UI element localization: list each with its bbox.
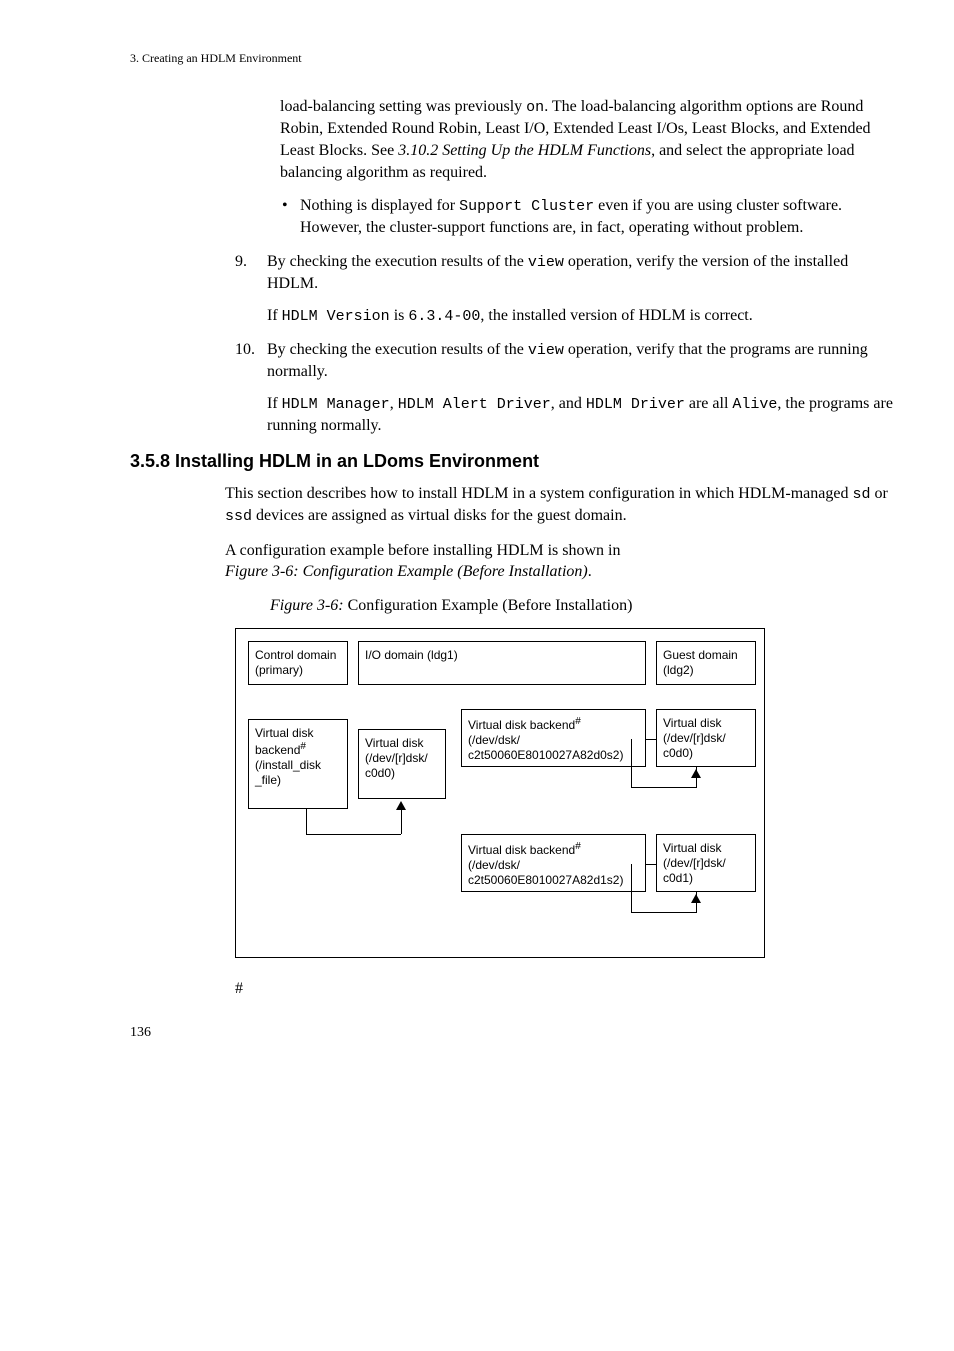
step-9-sub: If HDLM Version is 6.3.4-00, the install… [267,305,894,327]
label: (/dev/[r]dsk/ [365,751,428,765]
code-view: view [528,254,564,271]
label: Virtual disk [663,716,721,730]
code-hdlm-version: HDLM Version [282,308,390,325]
label: Guest domain [663,648,738,662]
label: Virtual disk [365,736,423,750]
label: I/O domain (ldg1) [365,648,458,662]
label: c2t50060E8010027A82d0s2) [468,748,623,762]
vd-guest-c0d1: Virtual disk (/dev/[r]dsk/ c0d1) [656,834,756,892]
code-ssd: ssd [225,508,252,525]
connector-line [646,739,656,740]
arrow-up-icon [396,801,406,810]
label: (/dev/[r]dsk/ [663,731,726,745]
note-marker: # [300,741,306,752]
vd-guest-c0d0: Virtual disk (/dev/[r]dsk/ c0d0) [656,709,756,767]
text: , [390,395,398,412]
connector-line [646,864,656,865]
label: c0d0) [365,766,395,780]
connector-line [631,912,697,913]
footnote-marker: # [235,978,894,1000]
text: , and [551,395,586,412]
text: If [267,395,282,412]
connector-line [306,834,401,835]
label: (/dev/dsk/ [468,858,520,872]
figure-diagram: Control domain (primary) I/O domain (ldg… [235,628,765,958]
page-number: 136 [130,1024,894,1043]
connector-line [631,864,632,912]
code-sd: sd [852,486,870,503]
code-view: view [528,342,564,359]
code-on: on [526,99,544,116]
ref-setting-up: 3.10.2 Setting Up the HDLM Functions [398,142,651,159]
label: backend# [255,743,306,757]
figure-label: Figure 3-6: [270,597,344,614]
guest-domain-box: Guest domain (ldg2) [656,641,756,685]
text: Nothing is displayed for [300,197,459,214]
label: c0d0) [663,746,693,760]
text: devices are assigned as virtual disks fo… [252,507,627,524]
code-support-cluster: Support Cluster [459,198,594,215]
text: is [390,307,409,324]
paragraph-load-balancing: load-balancing setting was previously on… [280,96,894,183]
text: are all [685,395,733,412]
vd-rdsk-c0d0: Virtual disk (/dev/[r]dsk/ c0d0) [358,729,446,799]
vd-backend-install-file: Virtual disk backend# (/install_disk _fi… [248,719,348,809]
vd-backend-d0s2: Virtual disk backend# (/dev/dsk/ c2t5006… [461,709,646,767]
label: Virtual disk backend# [468,718,581,732]
text: If [267,307,282,324]
control-domain-box: Control domain (primary) [248,641,348,685]
label: Virtual disk [663,841,721,855]
text: load-balancing setting was previously [280,98,526,115]
arrow-up-icon [691,894,701,903]
text: . [588,563,592,580]
code-hdlm-alert-driver: HDLM Alert Driver [398,396,551,413]
label: (/dev/[r]dsk/ [663,856,726,870]
label: Virtual disk backend# [468,843,581,857]
figure-3-6: Control domain (primary) I/O domain (ldg… [235,628,894,958]
connector-line [401,809,402,834]
text: By checking the execution results of the [267,341,528,358]
code-alive: Alive [732,396,777,413]
step-number: 9. [235,251,267,295]
note-marker: # [575,841,581,852]
chapter-header: 3. Creating an HDLM Environment [130,50,894,66]
label: _file) [255,773,281,787]
bullet-support-cluster: Nothing is displayed for Support Cluster… [300,195,894,239]
label: c2t50060E8010027A82d1s2) [468,873,623,887]
label: c0d1) [663,871,693,885]
step-10-sub: If HDLM Manager, HDLM Alert Driver, and … [267,393,894,437]
text: By checking the execution results of the [267,253,528,270]
intro-paragraph-2: A configuration example before installin… [225,540,894,583]
io-domain-box: I/O domain (ldg1) [358,641,646,685]
step-10: 10. By checking the execution results of… [235,339,894,383]
connector-line [631,787,697,788]
step-number: 10. [235,339,267,383]
code-version-num: 6.3.4-00 [408,308,480,325]
text: This section describes how to install HD… [225,485,852,502]
arrow-up-icon [691,769,701,778]
intro-paragraph-1: This section describes how to install HD… [225,483,894,528]
figure-title: Configuration Example (Before Installati… [344,597,633,614]
step-text: By checking the execution results of the… [267,339,894,383]
label: (primary) [255,663,303,677]
step-text: By checking the execution results of the… [267,251,894,295]
text: , the installed version of HDLM is corre… [480,307,752,324]
vd-backend-d1s2: Virtual disk backend# (/dev/dsk/ c2t5006… [461,834,646,892]
label: Virtual disk [255,726,313,740]
text: or [870,485,887,502]
figure-caption: Figure 3-6: Configuration Example (Befor… [270,595,894,617]
text: A configuration example before installin… [225,542,620,559]
note-marker: # [575,716,581,727]
label: Control domain [255,648,336,662]
section-title: 3.5.8 Installing HDLM in an LDoms Enviro… [130,449,894,473]
connector-line [306,809,307,834]
code-hdlm-manager: HDLM Manager [282,396,390,413]
code-hdlm-driver: HDLM Driver [586,396,685,413]
connector-line [631,739,632,787]
label: (/dev/dsk/ [468,733,520,747]
figure-ref: Figure 3-6: Configuration Example (Befor… [225,563,588,580]
label: (/install_disk [255,758,321,772]
step-9: 9. By checking the execution results of … [235,251,894,295]
label: (ldg2) [663,663,694,677]
